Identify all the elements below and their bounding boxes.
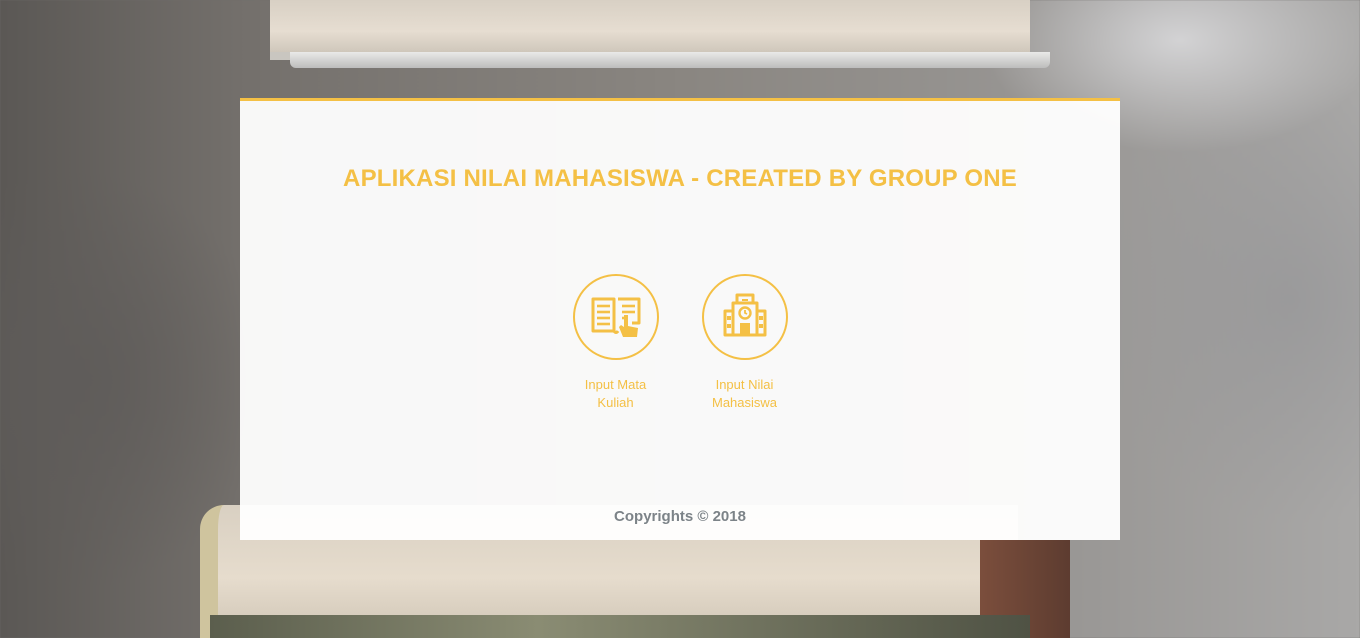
open-book-icon — [588, 287, 644, 348]
main-panel: APLIKASI NILAI MAHASISWA - CREATED BY GR… — [240, 98, 1120, 540]
menu-item-label[interactable]: Input Mata Kuliah — [566, 376, 666, 412]
menu-item-circle[interactable] — [701, 274, 788, 360]
page-title: APLIKASI NILAI MAHASISWA - CREATED BY GR… — [343, 165, 1017, 192]
menu-item-input-nilai-mahasiswa[interactable]: Input Nilai Mahasiswa — [701, 274, 789, 412]
copyright-text: Copyrights © 2018 — [614, 508, 746, 525]
menu: Input Mata Kuliah Input Nilai Mahasiswa — [240, 274, 1120, 412]
background-book-base — [210, 615, 1030, 638]
menu-item-circle[interactable] — [572, 274, 659, 360]
background-book-top-edge — [290, 52, 1050, 68]
menu-item-input-mata-kuliah[interactable]: Input Mata Kuliah — [572, 274, 660, 412]
menu-item-label[interactable]: Input Nilai Mahasiswa — [695, 376, 795, 412]
school-building-icon — [719, 289, 771, 346]
background-book-top — [270, 0, 1030, 60]
